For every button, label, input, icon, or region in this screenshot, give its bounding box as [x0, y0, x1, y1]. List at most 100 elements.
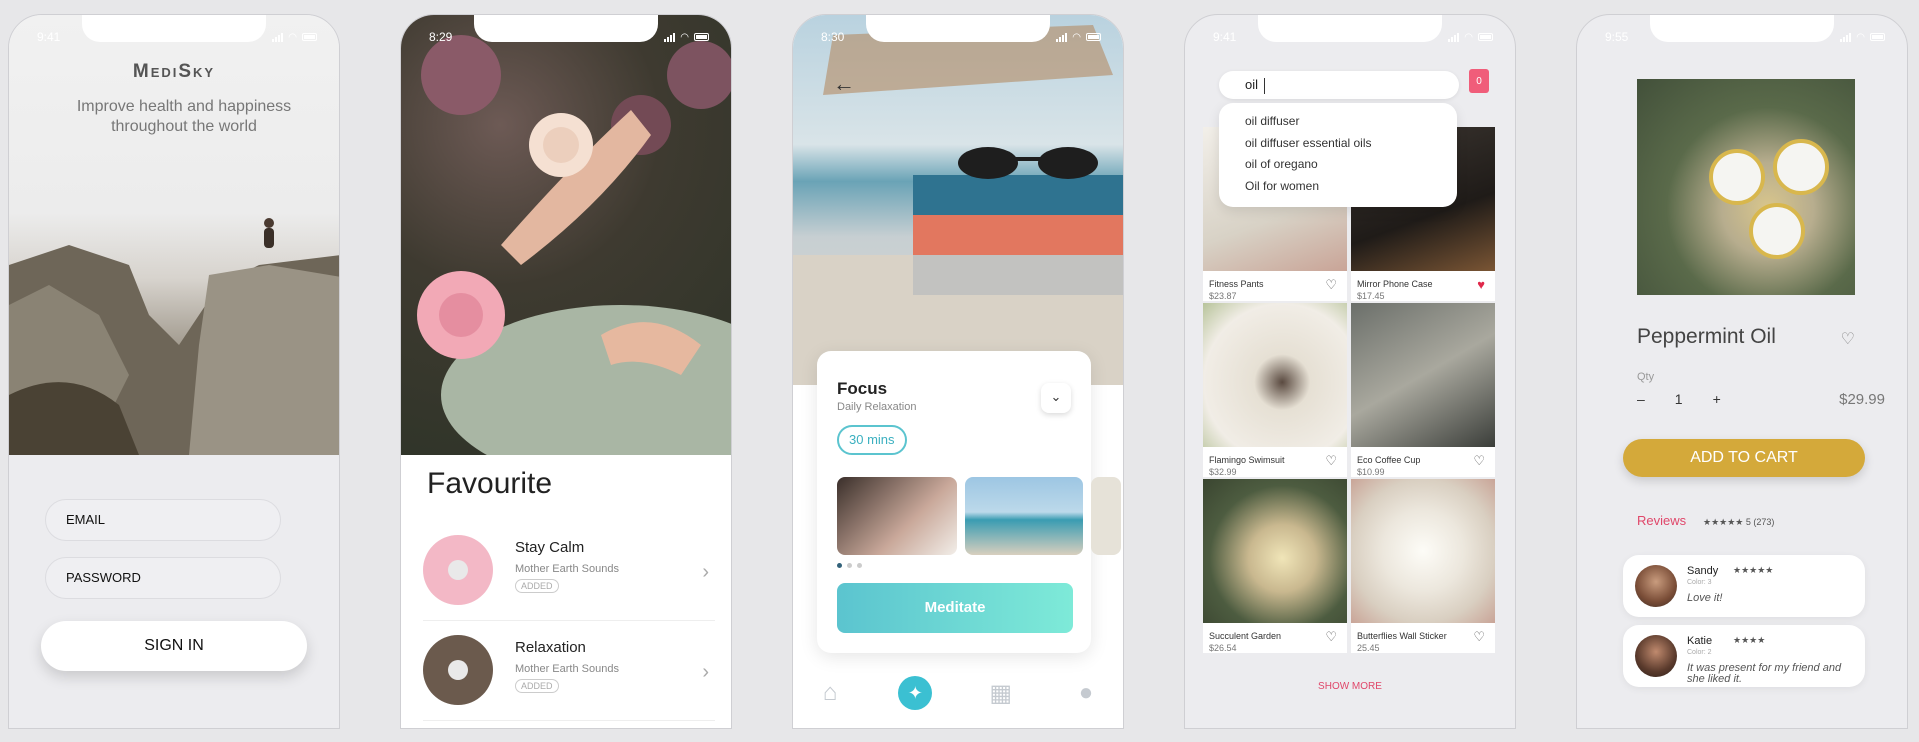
bath-flowers-illustration	[417, 35, 731, 455]
product-image	[1203, 479, 1347, 623]
heart-icon[interactable]: ♡	[1325, 277, 1337, 293]
duration-chip[interactable]: 30 mins	[837, 425, 907, 455]
tagline: Improve health and happiness throughout …	[76, 98, 292, 135]
suggestion-item[interactable]: oil diffuser essential oils	[1245, 133, 1431, 155]
thumbnail-beach[interactable]	[965, 477, 1083, 555]
favourite-hero-image	[401, 15, 731, 455]
login-screen: 9:41 ◠ MediSky Improve health and happin…	[8, 14, 340, 729]
product-price: $17.45	[1357, 291, 1385, 301]
show-more-link[interactable]: SHOW MORE	[1185, 681, 1515, 692]
focus-screen: 8:30 ◠ ← Focus Daily Relaxation ⌄ 30 min…	[792, 14, 1124, 729]
password-field[interactable]: PASSWORD	[45, 557, 281, 599]
battery-icon	[1478, 33, 1493, 41]
status-time: 9:41	[37, 30, 61, 44]
product-card[interactable]: Succulent Garden $26.54 ♡	[1203, 479, 1347, 653]
qty-plus-button[interactable]: +	[1713, 391, 1721, 407]
review-color: Color: 2	[1687, 649, 1712, 656]
product-image	[1351, 303, 1495, 447]
app-logo: MediSky	[132, 61, 216, 82]
status-bar: 9:41 ◠	[37, 29, 317, 45]
shopping-bag-icon[interactable]: 0	[1469, 69, 1489, 93]
wifi-icon: ◠	[1856, 31, 1865, 43]
search-input[interactable]: oil	[1219, 71, 1459, 99]
battery-icon	[694, 33, 709, 41]
album-disc-icon	[423, 535, 493, 605]
heart-icon[interactable]: ♡	[1325, 629, 1337, 645]
product-name: Peppermint Oil	[1637, 325, 1776, 348]
favourite-screen: 8:29 ◠ Favourite Stay Calm Mother Earth …	[400, 14, 732, 729]
tin-icon	[1773, 139, 1829, 195]
product-name: Fitness Pants	[1209, 279, 1264, 289]
suggestion-item[interactable]: oil diffuser	[1245, 111, 1431, 133]
thumbnail-next[interactable]	[1091, 477, 1121, 555]
thumbnail-hands[interactable]	[837, 477, 957, 555]
meditate-button[interactable]: Meditate	[837, 583, 1073, 633]
signal-icon	[272, 32, 284, 42]
reviewer-name: Katie	[1687, 635, 1713, 647]
status-bar: 8:29 ◠	[429, 29, 709, 45]
product-card[interactable]: Eco Coffee Cup $10.99 ♡	[1351, 303, 1495, 477]
track-name: Relaxation	[515, 639, 586, 656]
added-badge: ADDED	[515, 679, 559, 693]
quantity-stepper: – 1 +	[1637, 391, 1721, 407]
review-card: Katie ★★★★ Color: 2 It was present for m…	[1623, 625, 1865, 687]
review-text: It was present for my friend and she lik…	[1687, 662, 1842, 685]
status-time: 9:41	[1213, 30, 1237, 44]
bottom-nav: ⌂ ✦ ▦ ●	[813, 676, 1103, 710]
session-title: Focus	[837, 379, 888, 398]
status-time: 9:55	[1605, 30, 1629, 44]
tin-icon	[1709, 149, 1765, 205]
product-name: Succulent Garden	[1209, 631, 1282, 641]
email-field[interactable]: EMAIL	[45, 499, 281, 541]
qty-value: 1	[1674, 391, 1683, 407]
status-time: 8:29	[429, 30, 453, 44]
compass-icon[interactable]: ✦	[898, 676, 933, 710]
back-arrow-icon[interactable]: ←	[833, 71, 855, 97]
product-image	[1351, 479, 1495, 623]
chevron-right-icon[interactable]: ›	[702, 561, 709, 584]
suggestion-item[interactable]: oil of oregano	[1245, 154, 1431, 176]
battery-icon	[1086, 33, 1101, 41]
album-disc-icon	[423, 635, 493, 705]
product-screen: 9:55 ◠ Peppermint Oil ♡ Qty – 1 + $29.99…	[1576, 14, 1908, 729]
page-title: Favourite	[427, 467, 553, 500]
suggestion-item[interactable]: Oil for women	[1245, 176, 1431, 198]
review-stars: ★★★★★	[1733, 565, 1774, 575]
chevron-right-icon[interactable]: ›	[702, 661, 709, 684]
product-price: $29.99	[1839, 391, 1885, 408]
favourite-item[interactable]: Stay Calm Mother Earth Sounds ADDED ›	[423, 525, 715, 621]
review-color: Color: 3	[1687, 579, 1712, 586]
status-bar: 9:41 ◠	[1213, 29, 1493, 45]
product-name: Eco Coffee Cup	[1357, 455, 1421, 465]
heart-icon[interactable]: ♡	[1841, 329, 1855, 349]
product-card[interactable]: Butterflies Wall Sticker 25.45 ♡	[1351, 479, 1495, 653]
wifi-icon: ◠	[680, 31, 689, 43]
add-to-cart-button[interactable]: ADD TO CART	[1623, 439, 1865, 477]
product-price: 25.45	[1357, 643, 1380, 653]
chevron-down-icon[interactable]: ⌄	[1041, 383, 1071, 413]
heart-icon[interactable]: ♡	[1473, 453, 1485, 469]
search-suggestions: oil diffuser oil diffuser essential oils…	[1219, 103, 1457, 207]
heart-filled-icon[interactable]: ♥	[1477, 277, 1485, 292]
status-time: 8:30	[821, 30, 845, 44]
product-card[interactable]: Flamingo Swimsuit $32.99 ♡	[1203, 303, 1347, 477]
reviews-link[interactable]: Reviews	[1637, 513, 1686, 528]
review-stars: ★★★★	[1733, 635, 1766, 645]
signal-icon	[1840, 32, 1852, 42]
favourite-item[interactable]: Relaxation Mother Earth Sounds ADDED ›	[423, 625, 715, 721]
review-card: Sandy ★★★★★ Color: 3 Love it!	[1623, 555, 1865, 617]
product-price: $10.99	[1357, 467, 1385, 477]
product-price: $26.54	[1209, 643, 1237, 653]
sign-in-button[interactable]: SIGN IN	[41, 621, 307, 671]
signal-icon	[1056, 32, 1068, 42]
heart-icon[interactable]: ♡	[1473, 629, 1485, 645]
signal-icon	[664, 32, 676, 42]
product-price: $23.87	[1209, 291, 1237, 301]
heart-icon[interactable]: ♡	[1325, 453, 1337, 469]
cart-count: 0	[1476, 76, 1482, 87]
home-icon[interactable]: ⌂	[813, 676, 847, 710]
added-badge: ADDED	[515, 579, 559, 593]
calendar-icon[interactable]: ▦	[984, 676, 1018, 710]
profile-icon[interactable]: ●	[1069, 676, 1103, 710]
qty-minus-button[interactable]: –	[1637, 391, 1645, 407]
